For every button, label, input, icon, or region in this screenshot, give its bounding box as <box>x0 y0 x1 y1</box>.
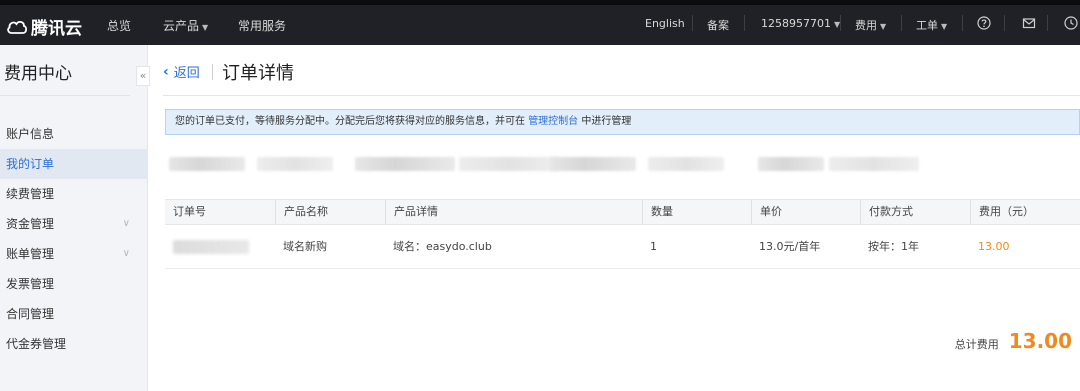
page-title: 订单详情 <box>222 63 294 84</box>
notice-text-after: 中进行管理 <box>581 116 632 127</box>
language-switch[interactable]: English <box>645 17 685 30</box>
back-label: 返回 <box>173 66 200 81</box>
caret-down-icon: ▼ <box>880 22 887 31</box>
column-header: 订单号 <box>173 205 206 218</box>
redacted-block <box>758 157 824 171</box>
total-amount: 13.00 <box>1008 329 1072 353</box>
sidebar-item-vouchers[interactable]: 代金券管理 <box>0 329 148 359</box>
caret-down-icon: ▼ <box>202 23 209 32</box>
sidebar-divider <box>0 95 130 96</box>
window-edge <box>0 0 1080 5</box>
column-header: 付款方式 <box>860 200 970 224</box>
sidebar-item-label: 合同管理 <box>6 307 55 321</box>
divider <box>901 15 902 31</box>
status-notice: 您的订单已支付，等待服务分配中。分配完后您将获得对应的服务信息，并可在 管理控制… <box>165 109 1080 135</box>
sidebar-item-label: 我的订单 <box>6 157 55 171</box>
account-menu[interactable]: 1258957701 ▼ <box>761 17 840 30</box>
sidebar-item-label: 账户信息 <box>6 127 55 141</box>
logo-text: 腾讯云 <box>31 19 82 39</box>
beian-link[interactable]: 备案 <box>707 17 729 33</box>
order-table: 订单号 产品名称 产品详情 数量 单价 付款方式 费用（元） 域名新购 域名：e… <box>165 199 1080 269</box>
sidebar-item-label: 续费管理 <box>6 187 55 201</box>
cloud-logo-icon <box>7 20 28 34</box>
notice-text-before: 您的订单已支付，等待服务分配中。分配完后您将获得对应的服务信息，并可在 <box>175 116 525 127</box>
clock-icon[interactable] <box>1064 16 1078 30</box>
tencent-cloud-logo[interactable]: 腾讯云 <box>6 14 82 39</box>
divider <box>1047 15 1048 31</box>
sidebar-item-label: 资金管理 <box>6 217 55 231</box>
product-name-cell: 域名新购 <box>283 240 327 253</box>
redacted-block <box>459 157 559 171</box>
main-content: ‹ 返回 订单详情 您的订单已支付，等待服务分配中。分配完后您将获得对应的服务信… <box>149 45 1080 391</box>
total-label: 总计费用 <box>954 338 999 351</box>
sidebar-title: 费用中心 <box>4 64 72 84</box>
redacted-block <box>169 157 245 171</box>
quantity-cell: 1 <box>650 240 657 253</box>
column-header: 数量 <box>642 200 751 224</box>
fee-menu[interactable]: 费用 ▼ <box>855 17 886 33</box>
order-total: 总计费用 13.00 <box>955 329 1072 353</box>
divider <box>692 15 693 31</box>
header-divider <box>163 95 1080 96</box>
sidebar-item-label: 发票管理 <box>6 277 55 291</box>
redacted-block <box>355 157 455 171</box>
redacted-block <box>829 157 919 171</box>
nav-overview[interactable]: 总览 <box>107 17 131 34</box>
redacted-block <box>257 157 333 171</box>
redacted-block <box>550 157 636 171</box>
column-header: 产品详情 <box>385 200 642 224</box>
account-id: 1258957701 <box>761 17 831 30</box>
redacted-order-info <box>169 157 1080 177</box>
fee-menu-label: 费用 <box>855 19 877 32</box>
fee-cell: 13.00 <box>978 240 1010 253</box>
chevron-down-icon: ∨ <box>122 218 130 229</box>
sidebar-item-bills[interactable]: 账单管理 ∨ <box>0 239 148 269</box>
sidebar-item-renewal[interactable]: 续费管理 <box>0 179 148 209</box>
column-header: 单价 <box>751 200 860 224</box>
mail-icon[interactable] <box>1022 16 1036 30</box>
divider <box>840 15 841 31</box>
redacted-order-number <box>173 240 249 254</box>
sidebar-item-funds[interactable]: 资金管理 ∨ <box>0 209 148 239</box>
divider <box>744 15 745 31</box>
title-divider <box>212 64 213 80</box>
divider <box>1004 15 1005 31</box>
chevron-left-icon: ‹ <box>163 63 169 80</box>
unit-price-cell: 13.0元/首年 <box>759 240 821 253</box>
column-header: 费用（元） <box>970 200 1080 224</box>
table-header: 订单号 产品名称 产品详情 数量 单价 付款方式 费用（元） <box>165 199 1080 225</box>
sidebar-item-label: 代金券管理 <box>6 337 67 351</box>
chevron-down-icon: ∨ <box>122 248 130 259</box>
ticket-menu[interactable]: 工单 ▼ <box>916 17 947 33</box>
top-navbar: 腾讯云 总览 云产品 ▼ 常用服务 English 备案 1258957701 ▼ … <box>0 0 1080 45</box>
redacted-block <box>648 157 724 171</box>
back-link[interactable]: ‹ 返回 <box>163 62 200 82</box>
table-row: 域名新购 域名：easydo.club 1 13.0元/首年 按年：1年 13.… <box>165 225 1080 269</box>
caret-down-icon: ▼ <box>941 22 948 31</box>
sidebar-item-invoices[interactable]: 发票管理 <box>0 269 148 299</box>
order-number-cell <box>165 225 275 269</box>
nav-common-services[interactable]: 常用服务 <box>238 17 286 34</box>
console-link[interactable]: 管理控制台 <box>528 116 578 127</box>
sidebar-item-account-info[interactable]: 账户信息 <box>0 119 148 149</box>
ticket-menu-label: 工单 <box>916 19 938 32</box>
sidebar-item-contracts[interactable]: 合同管理 <box>0 299 148 329</box>
sidebar-item-my-orders[interactable]: 我的订单 <box>0 149 148 179</box>
sidebar: 费用中心 « 账户信息我的订单续费管理资金管理 ∨ 账单管理 ∨ 发票管理合同管理代金券… <box>0 45 150 391</box>
payment-method-cell: 按年：1年 <box>868 240 919 253</box>
column-header: 产品名称 <box>275 200 385 224</box>
nav-cloud-products[interactable]: 云产品 ▼ <box>163 17 208 34</box>
help-icon[interactable] <box>977 16 991 30</box>
sidebar-collapse-button[interactable]: « <box>136 66 150 86</box>
sidebar-item-label: 账单管理 <box>6 247 55 261</box>
nav-cloud-products-label: 云产品 <box>163 19 200 33</box>
divider <box>962 15 963 31</box>
product-detail-cell: 域名：easydo.club <box>393 240 492 253</box>
